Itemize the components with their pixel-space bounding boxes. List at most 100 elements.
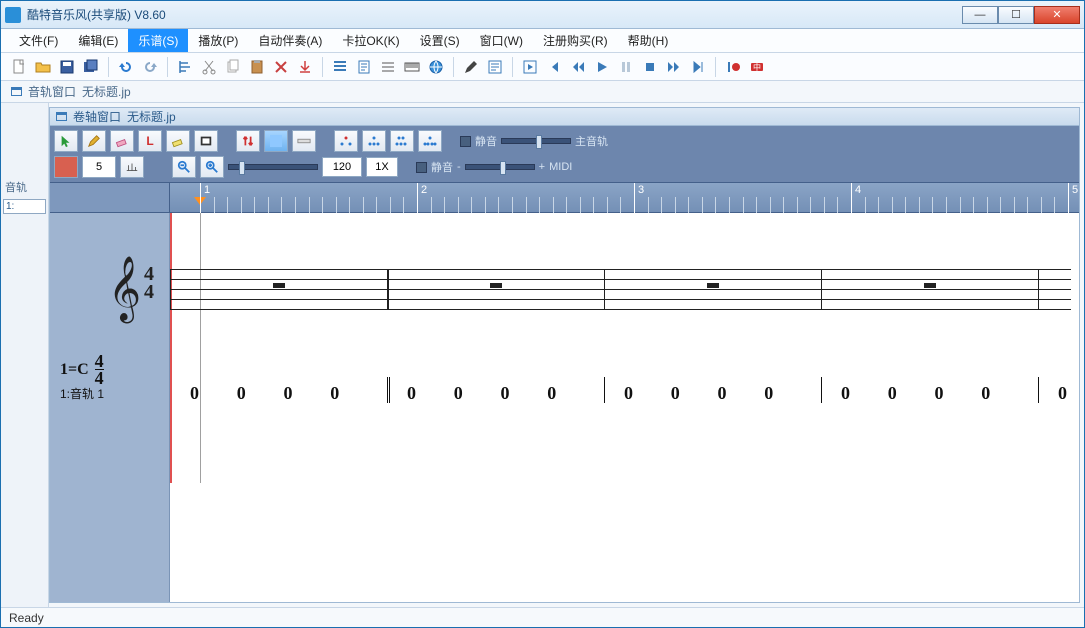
trackwin-header[interactable]: 音轨窗口 无标题.jp xyxy=(1,81,1084,103)
edit-toolbar: L 静音 主音轨 xyxy=(50,126,1079,183)
workspace: 音轨 1: 卷轴窗口 无标题.jp L xyxy=(1,103,1084,607)
zoom-slider[interactable] xyxy=(228,164,318,170)
globe-button[interactable] xyxy=(425,56,447,78)
lyric-tool[interactable]: L xyxy=(138,130,162,152)
ruler-ticks[interactable]: 12345 xyxy=(170,183,1079,212)
menu-play[interactable]: 播放(P) xyxy=(188,29,248,52)
keyboard-button[interactable] xyxy=(401,56,423,78)
mute2-label: 静音 xyxy=(431,159,453,175)
zoom-in[interactable] xyxy=(200,156,224,178)
swap-tool[interactable] xyxy=(236,130,260,152)
menu-karaoke[interactable]: 卡拉OK(K) xyxy=(332,29,409,52)
volume1-slider[interactable] xyxy=(501,138,571,144)
app-title: 酷特音乐风(共享版) V8.60 xyxy=(27,6,962,23)
list-button[interactable] xyxy=(329,56,351,78)
copy-button[interactable] xyxy=(222,56,244,78)
close-button[interactable]: ✕ xyxy=(1034,6,1080,24)
save-button[interactable] xyxy=(56,56,78,78)
mute2-check[interactable] xyxy=(416,162,427,173)
trackwin-file: 无标题.jp xyxy=(82,83,131,100)
menu-settings[interactable]: 设置(S) xyxy=(410,29,470,52)
window-icon xyxy=(11,87,22,96)
app-window: 酷特音乐风(共享版) V8.60 — ☐ ✕ 文件(F) 编辑(E) 乐谱(S)… xyxy=(0,0,1085,628)
staff: 𝄞 44 xyxy=(170,269,1079,309)
score-main[interactable]: 𝄞 44 1=C 44 1:音轨 1 00000000000000000000 xyxy=(170,213,1079,602)
maximize-button[interactable]: ☐ xyxy=(998,6,1034,24)
menu-file[interactable]: 文件(F) xyxy=(9,29,68,52)
treble-clef: 𝄞 xyxy=(108,257,141,322)
window-icon xyxy=(56,112,67,121)
scroll-window: 卷轴窗口 无标题.jp L xyxy=(49,107,1080,603)
pointer-tool[interactable] xyxy=(54,130,78,152)
measure-tool[interactable] xyxy=(292,130,316,152)
doc-button[interactable] xyxy=(353,56,375,78)
lang-button[interactable]: 中 xyxy=(746,56,768,78)
scrollwin-header[interactable]: 卷轴窗口 无标题.jp xyxy=(50,108,1079,126)
play-start-button[interactable] xyxy=(519,56,541,78)
bar-tool[interactable] xyxy=(54,156,78,178)
redo-button[interactable] xyxy=(139,56,161,78)
new-button[interactable] xyxy=(8,56,30,78)
stop-button[interactable] xyxy=(639,56,661,78)
time-signature: 44 xyxy=(144,265,154,301)
forward-button[interactable] xyxy=(663,56,685,78)
snap-tool[interactable] xyxy=(120,156,144,178)
track1-label: 主音轨 xyxy=(575,133,608,149)
scrollwin-file: 无标题.jp xyxy=(127,108,176,125)
scrollwin-title: 卷轴窗口 xyxy=(73,108,121,125)
menu-window[interactable]: 窗口(W) xyxy=(470,29,533,52)
dots4-tool[interactable] xyxy=(418,130,442,152)
dots1-tool[interactable] xyxy=(334,130,358,152)
props-button[interactable] xyxy=(484,56,506,78)
undo-button[interactable] xyxy=(115,56,137,78)
menu-accomp[interactable]: 自动伴奏(A) xyxy=(248,29,332,52)
volume2-slider[interactable] xyxy=(465,164,535,170)
trackwin-title: 音轨窗口 xyxy=(28,83,76,100)
highlight-tool[interactable] xyxy=(166,130,190,152)
dots3-tool[interactable] xyxy=(390,130,414,152)
record-button[interactable] xyxy=(722,56,744,78)
delete-button[interactable] xyxy=(270,56,292,78)
status-text: Ready xyxy=(9,611,44,625)
menu-score[interactable]: 乐谱(S) xyxy=(128,29,188,52)
region-tool[interactable] xyxy=(264,130,288,152)
minimize-button[interactable]: — xyxy=(962,6,998,24)
main-toolbar: 中 xyxy=(1,53,1084,81)
dots2-tool[interactable] xyxy=(362,130,386,152)
paste-button[interactable] xyxy=(246,56,268,78)
pen-button[interactable] xyxy=(460,56,482,78)
lines-button[interactable] xyxy=(377,56,399,78)
statusbar: Ready xyxy=(1,607,1084,627)
menubar: 文件(F) 编辑(E) 乐谱(S) 播放(P) 自动伴奏(A) 卡拉OK(K) … xyxy=(1,29,1084,53)
pause-button[interactable] xyxy=(615,56,637,78)
score-area: 𝄞 44 1=C 44 1:音轨 1 00000000000000000000 xyxy=(50,213,1079,602)
last-button[interactable] xyxy=(687,56,709,78)
menu-edit[interactable]: 编辑(E) xyxy=(68,29,128,52)
playhead-line xyxy=(200,213,201,483)
saveall-button[interactable] xyxy=(80,56,102,78)
track2-label: MIDI xyxy=(549,161,572,173)
menu-register[interactable]: 注册购买(R) xyxy=(533,29,618,52)
gutter-track-0[interactable]: 1: xyxy=(3,199,46,214)
app-icon xyxy=(5,7,21,23)
mute1-check[interactable] xyxy=(460,136,471,147)
zoom-box[interactable]: 1X xyxy=(366,157,398,177)
ruler[interactable]: 12345 xyxy=(50,183,1079,213)
rewind-button[interactable] xyxy=(567,56,589,78)
start-marker[interactable] xyxy=(170,213,172,483)
download-button[interactable] xyxy=(294,56,316,78)
film-tool[interactable] xyxy=(194,130,218,152)
open-button[interactable] xyxy=(32,56,54,78)
cut-button[interactable] xyxy=(198,56,220,78)
play-button[interactable] xyxy=(591,56,613,78)
pencil-tool[interactable] xyxy=(82,130,106,152)
tempo-box[interactable]: 120 xyxy=(322,157,362,177)
eraser-tool[interactable] xyxy=(110,130,134,152)
note-value[interactable]: 5 xyxy=(82,156,116,178)
zoom-out[interactable] xyxy=(172,156,196,178)
align-button[interactable] xyxy=(174,56,196,78)
menu-help[interactable]: 帮助(H) xyxy=(618,29,679,52)
jianpu-key: 1=C 44 xyxy=(60,353,104,386)
titlebar[interactable]: 酷特音乐风(共享版) V8.60 — ☐ ✕ xyxy=(1,1,1084,29)
first-button[interactable] xyxy=(543,56,565,78)
